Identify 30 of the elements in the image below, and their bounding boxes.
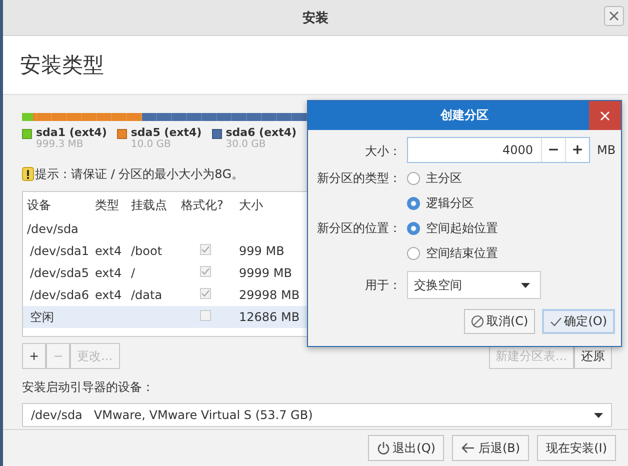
table-cell-text: /boot <box>131 244 164 258</box>
field-label: 新分区的类型： <box>316 170 401 187</box>
table-cell-text: 29998 MB <box>239 288 301 302</box>
table-cell-text: /data <box>131 288 164 302</box>
dialog-title: 创建分区 <box>440 107 488 124</box>
table-cell-text: /dev/sda6 <box>29 288 90 302</box>
field-label: 用于： <box>364 276 401 294</box>
unit-label: MB <box>597 143 616 157</box>
legend-size: 30.0 GB <box>226 139 267 150</box>
table-cell-text: /dev/sda1 <box>29 244 90 258</box>
table-cell-text: 12686 MB <box>239 310 301 324</box>
legend-label: sda5 (ext4) <box>130 126 202 139</box>
page-title: 安装类型 <box>20 52 104 79</box>
table-cell-text: 9999 MB <box>239 266 293 280</box>
hint-text: 提示：请保证 / 分区的最小大小为8G。 <box>35 166 244 182</box>
window-title: 安装 <box>302 10 328 26</box>
table-cell-text: ext4 <box>95 266 123 280</box>
table-cell-text: 空闲 <box>29 308 55 326</box>
legend-size: 999.3 MB <box>36 139 84 150</box>
table-cell-text: 999 MB <box>239 244 286 258</box>
legend-label: sda1 (ext4) <box>36 126 107 139</box>
field-label: 新分区的位置： <box>316 220 401 237</box>
bootloader-label: 安装启动引导器的设备： <box>22 379 155 396</box>
legend-size: 10.0 GB <box>130 139 172 150</box>
table-cell-text: /dev/sda5 <box>29 266 90 280</box>
table-cell-text: ext4 <box>95 244 123 258</box>
legend-label: sda6 (ext4) <box>226 126 297 139</box>
table-cell-text: / <box>131 266 136 280</box>
field-label: 大小： <box>364 143 401 160</box>
table-cell-text: ext4 <box>95 288 123 302</box>
